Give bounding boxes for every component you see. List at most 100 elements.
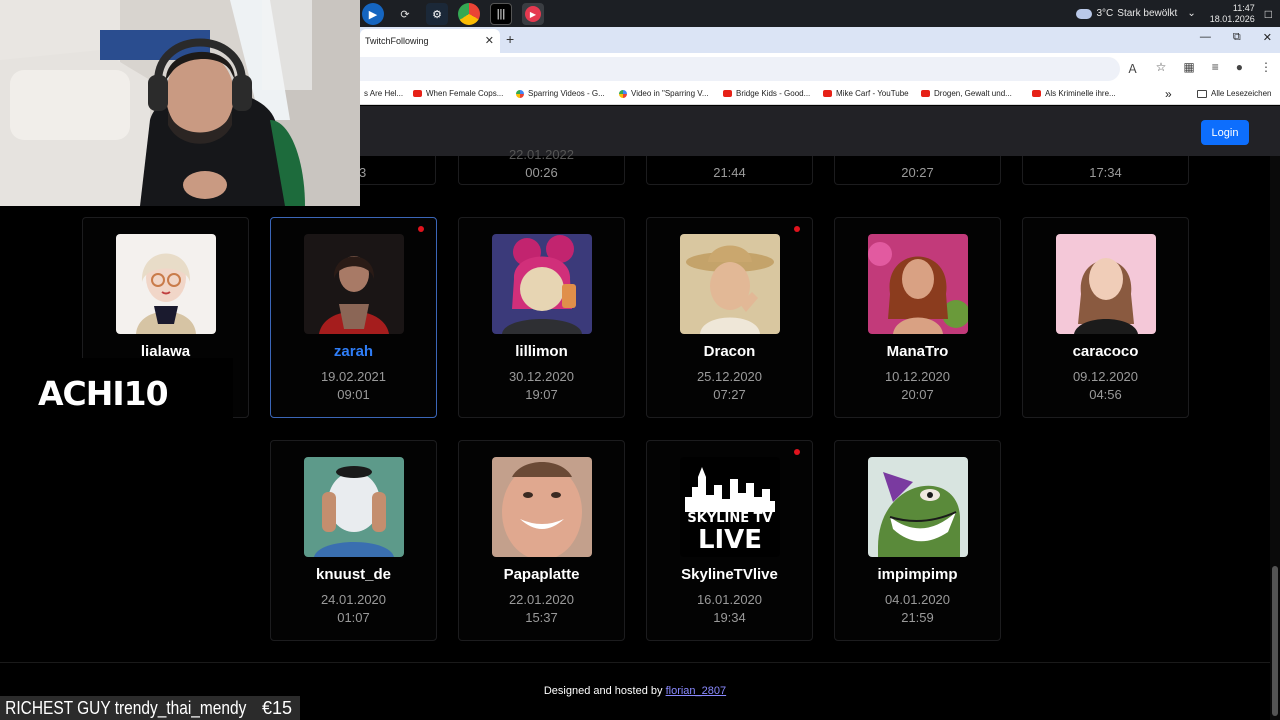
follow-date: 19.02.2021: [320, 369, 387, 384]
channel-name[interactable]: ManaTro: [835, 343, 1000, 360]
footer-text: Designed and hosted by: [543, 685, 663, 697]
channel-avatar[interactable]: [868, 457, 968, 557]
follow-time: 20:27: [901, 165, 934, 180]
bookmark-item[interactable]: Bridge Kids - Good...: [723, 89, 810, 98]
follow-date: 24.01.2020: [320, 592, 387, 607]
channel-card-partial[interactable]: 17:34: [1022, 156, 1189, 185]
channel-card[interactable]: SKYLINE TV LIVE SkylineTVlive 16.01.2020 19:…: [646, 440, 813, 641]
channel-name[interactable]: Papaplatte: [459, 566, 624, 583]
address-bar[interactable]: [360, 57, 1120, 81]
youtube-icon: [1032, 90, 1041, 97]
follow-time: 04:56: [1089, 387, 1122, 402]
more-bookmarks-icon[interactable]: »: [1165, 87, 1172, 101]
follow-date: 09.12.2020: [1072, 369, 1139, 384]
channel-avatar[interactable]: [868, 234, 968, 334]
translate-icon[interactable]: Ａ: [1127, 60, 1139, 77]
follow-time: 00:26: [525, 165, 558, 180]
app-icon-blue[interactable]: ▶: [362, 3, 384, 25]
live-indicator-icon: [794, 449, 800, 455]
bookmark-item[interactable]: Als Kriminelle ihre...: [1032, 89, 1116, 98]
footer-link[interactable]: florian_2807: [666, 685, 727, 697]
scroll-thumb[interactable]: [1272, 566, 1278, 716]
page-scrollbar[interactable]: [1270, 156, 1280, 720]
channel-card-partial[interactable]: 20:27: [834, 156, 1001, 185]
bookmark-item[interactable]: s Are Hel...: [360, 89, 403, 98]
skyline-logo-text: SKYLINE TV: [687, 511, 773, 526]
chrome-icon[interactable]: [458, 3, 480, 25]
channel-avatar[interactable]: [304, 234, 404, 334]
bookmark-label: Mike Carf - YouTube: [836, 89, 909, 98]
notification-icon[interactable]: □: [1265, 7, 1272, 21]
footer-divider: [0, 662, 1270, 663]
follow-time: 09:01: [337, 387, 370, 402]
follow-date: 04.01.2020: [884, 592, 951, 607]
channel-name[interactable]: caracoco: [1023, 343, 1188, 360]
all-bookmarks-label: Alle Lesezeichen: [1211, 89, 1272, 98]
channel-avatar[interactable]: SKYLINE TV LIVE: [680, 457, 780, 557]
channel-avatar[interactable]: [680, 234, 780, 334]
tab-twitchfollowing[interactable]: TwitchFollowing ✕: [360, 29, 500, 53]
donation-ticker: RICHEST GUY trendy_thai_mendy €15: [0, 696, 300, 720]
webcam-overlay: [0, 0, 360, 206]
media-icon[interactable]: ≡: [1212, 60, 1219, 77]
channel-name[interactable]: Dracon: [647, 343, 812, 360]
channel-card-partial[interactable]: 00:26 22.01.2022: [458, 147, 625, 185]
channel-card[interactable]: Papaplatte 22.01.2020 15:37: [458, 440, 625, 641]
close-icon[interactable]: ✕: [485, 34, 494, 47]
channel-avatar[interactable]: [1056, 234, 1156, 334]
app-icon-refresh[interactable]: ⟳: [394, 3, 416, 25]
channel-card[interactable]: caracoco 09.12.2020 04:56: [1022, 217, 1189, 418]
weather-widget[interactable]: 3°C Stark bewölkt: [1076, 8, 1177, 19]
channel-name[interactable]: impimpimp: [835, 566, 1000, 583]
chevron-up-icon[interactable]: ⌄: [1187, 8, 1195, 19]
channel-avatar[interactable]: [492, 457, 592, 557]
weather-temp: 3°C: [1096, 8, 1114, 19]
follow-date: 10.12.2020: [884, 369, 951, 384]
app-icon-play[interactable]: ▶: [522, 3, 544, 25]
restore-icon[interactable]: ⧉: [1233, 31, 1241, 44]
channel-card[interactable]: ManaTro 10.12.2020 20:07: [834, 217, 1001, 418]
steam-icon[interactable]: ⚙: [426, 3, 448, 25]
channel-avatar[interactable]: [116, 234, 216, 334]
star-icon[interactable]: ☆: [1156, 60, 1167, 77]
all-bookmarks-button[interactable]: Alle Lesezeichen: [1197, 89, 1271, 98]
window-close-icon[interactable]: ✕: [1263, 31, 1272, 44]
channel-avatar[interactable]: [492, 234, 592, 334]
follow-date: 16.01.2020: [696, 592, 763, 607]
bookmark-item[interactable]: Drogen, Gewalt und...: [921, 89, 1012, 98]
follow-date: 22.01.2020: [508, 592, 575, 607]
clock[interactable]: 11:47 18.01.2026: [1210, 3, 1255, 25]
bookmark-item[interactable]: Mike Carf - YouTube: [823, 89, 909, 98]
follow-time: 19:34: [713, 610, 746, 625]
bookmark-label: Als Kriminelle ihre...: [1045, 89, 1116, 98]
skyline-logo-live: LIVE: [697, 525, 763, 555]
google-drive-icon: [619, 89, 627, 98]
login-button[interactable]: Login: [1201, 120, 1249, 145]
channel-name[interactable]: lillimon: [459, 343, 624, 360]
bookmark-label: Drogen, Gewalt und...: [934, 89, 1012, 98]
channel-avatar[interactable]: [304, 457, 404, 557]
bookmark-label: Bridge Kids - Good...: [736, 89, 811, 98]
app-icon-dark[interactable]: |||: [490, 3, 512, 25]
webcam-image: [0, 0, 360, 206]
new-tab-button[interactable]: +: [506, 31, 514, 47]
menu-icon[interactable]: ⋮: [1260, 60, 1272, 77]
bookmark-item[interactable]: Sparring Videos - G...: [516, 89, 605, 98]
channel-card[interactable]: Dracon 25.12.2020 07:27: [646, 217, 813, 418]
channel-name[interactable]: knuust_de: [271, 566, 436, 583]
channel-card-partial[interactable]: 21:44: [646, 156, 813, 185]
follow-time: 17:34: [1089, 165, 1122, 180]
minimize-icon[interactable]: —: [1200, 31, 1211, 44]
bookmark-item[interactable]: Video in "Sparring V...: [619, 89, 709, 98]
extensions-icon[interactable]: ▦: [1183, 60, 1194, 77]
channel-card[interactable]: zarah 19.02.2021 09:01: [270, 217, 437, 418]
channel-card[interactable]: lillimon 30.12.2020 19:07: [458, 217, 625, 418]
channel-card[interactable]: impimpimp 04.01.2020 21:59: [834, 440, 1001, 641]
channel-name[interactable]: zarah: [271, 343, 436, 360]
channel-name[interactable]: SkylineTVlive: [647, 566, 812, 583]
toolbar-icons: Ａ ☆ ▦ ≡ ● ⋮: [1127, 60, 1272, 77]
bookmark-item[interactable]: When Female Cops...: [413, 89, 503, 98]
channel-card[interactable]: knuust_de 24.01.2020 01:07: [270, 440, 437, 641]
follow-time: 3: [359, 165, 367, 180]
profile-icon[interactable]: ●: [1236, 60, 1243, 77]
